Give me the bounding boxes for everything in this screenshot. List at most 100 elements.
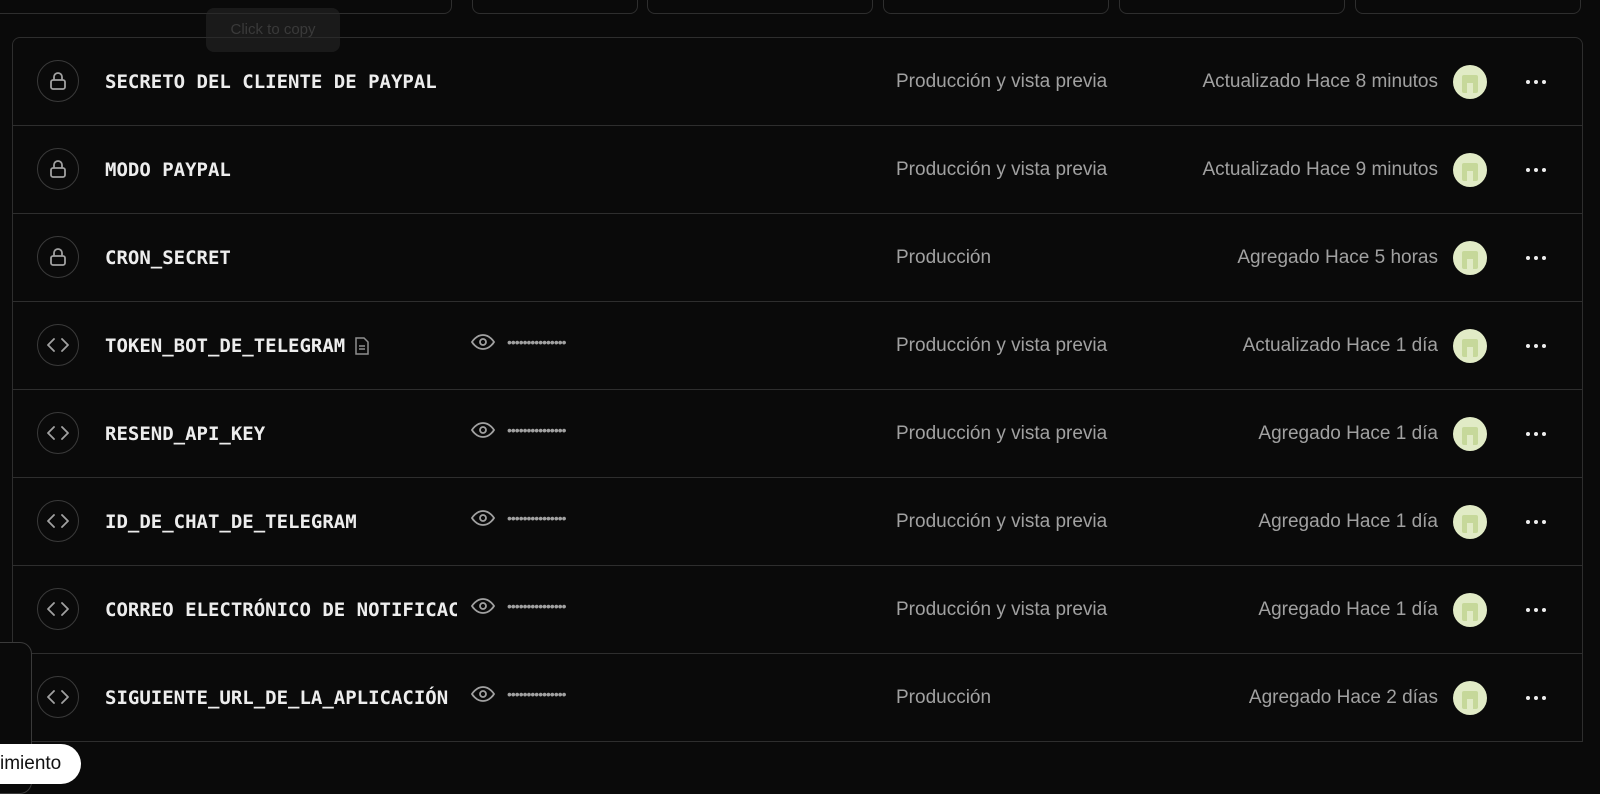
filter-control[interactable] <box>1355 0 1581 14</box>
dot-icon <box>1526 696 1530 700</box>
masked-value[interactable]: ••••••••••••••• <box>507 422 567 438</box>
updated-timestamp: Actualizado Hace 8 minutos <box>1202 71 1438 92</box>
variable-name[interactable]: RESEND_API_KEY <box>105 422 457 446</box>
lock-icon <box>37 60 79 102</box>
dot-icon <box>1542 344 1546 348</box>
table-row[interactable]: ID_DE_CHAT_DE_TELEGRAM ••••••••••••••• Pro… <box>13 478 1582 566</box>
table-row[interactable]: CORREO ELECTRÓNICO DE NOTIFICACIÓN ••••••… <box>13 566 1582 654</box>
variable-name-text: SECRETO DEL CLIENTE DE PAYPAL <box>105 71 437 93</box>
variable-name-text: RESEND_API_KEY <box>105 423 266 445</box>
more-options-button[interactable] <box>1520 68 1552 96</box>
updated-timestamp: Agregado Hace 2 días <box>1248 687 1438 708</box>
table-row[interactable]: TOKEN_BOT_DE_TELEGRAM ••••••••••••••• Prod… <box>13 302 1582 390</box>
eye-icon[interactable] <box>471 422 495 438</box>
dot-icon <box>1542 608 1546 612</box>
floating-pill[interactable]: imiento <box>0 744 82 784</box>
dot-icon <box>1534 432 1538 436</box>
variable-value: ••••••••••••••• <box>471 422 567 438</box>
eye-icon[interactable] <box>471 334 495 350</box>
variable-name[interactable]: MODO PAYPAL <box>105 158 457 182</box>
note-icon[interactable] <box>355 337 369 355</box>
dot-icon <box>1534 520 1538 524</box>
environments-label: Producción y vista previa <box>896 599 1108 620</box>
table-row[interactable]: CRON_SECRET Producción Agregado Hace 5 hor… <box>13 214 1582 302</box>
eye-icon[interactable] <box>471 510 495 526</box>
dot-icon <box>1526 168 1530 172</box>
eye-icon[interactable] <box>471 598 495 614</box>
more-options-button[interactable] <box>1520 684 1552 712</box>
variable-name-text: CORREO ELECTRÓNICO DE NOTIFICACIÓN <box>105 599 457 621</box>
environments-label: Producción y vista previa <box>896 423 1108 444</box>
masked-value[interactable]: ••••••••••••••• <box>507 598 567 614</box>
eye-icon[interactable] <box>471 686 495 702</box>
dot-icon <box>1534 344 1538 348</box>
avatar[interactable] <box>1453 241 1487 275</box>
variable-name-text: ID_DE_CHAT_DE_TELEGRAM <box>105 511 357 533</box>
avatar[interactable] <box>1453 417 1487 451</box>
variable-name[interactable]: CORREO ELECTRÓNICO DE NOTIFICACIÓN <box>105 598 457 622</box>
variable-value: ••••••••••••••• <box>471 510 567 526</box>
more-options-button[interactable] <box>1520 332 1552 360</box>
variable-value: ••••••••••••••• <box>471 598 567 614</box>
dot-icon <box>1526 344 1530 348</box>
variable-name[interactable]: TOKEN_BOT_DE_TELEGRAM <box>105 334 457 358</box>
more-options-button[interactable] <box>1520 244 1552 272</box>
code-icon <box>37 500 79 542</box>
variable-name[interactable]: SIGUIENTE_URL_DE_LA_APLICACIÓN <box>105 686 457 710</box>
avatar[interactable] <box>1453 329 1487 363</box>
filter-control[interactable] <box>1119 0 1345 14</box>
code-icon <box>37 324 79 366</box>
variable-name[interactable]: ID_DE_CHAT_DE_TELEGRAM <box>105 510 457 534</box>
dot-icon <box>1526 432 1530 436</box>
lock-icon <box>37 148 79 190</box>
lock-icon <box>37 236 79 278</box>
dot-icon <box>1542 80 1546 84</box>
code-icon <box>37 676 79 718</box>
environments-label: Producción y vista previa <box>896 335 1108 356</box>
updated-timestamp: Actualizado Hace 9 minutos <box>1202 159 1438 180</box>
variable-name[interactable]: CRON_SECRET <box>105 246 457 270</box>
variable-name[interactable]: SECRETO DEL CLIENTE DE PAYPAL <box>105 70 457 94</box>
dot-icon <box>1542 520 1546 524</box>
avatar[interactable] <box>1453 505 1487 539</box>
environments-label: Producción <box>896 247 992 268</box>
variable-value: ••••••••••••••• <box>471 334 567 350</box>
filter-control[interactable] <box>883 0 1109 14</box>
masked-value[interactable]: ••••••••••••••• <box>507 334 567 350</box>
dot-icon <box>1534 256 1538 260</box>
avatar[interactable] <box>1453 593 1487 627</box>
dot-icon <box>1534 608 1538 612</box>
dot-icon <box>1534 168 1538 172</box>
environments-label: Producción y vista previa <box>896 159 1108 180</box>
more-options-button[interactable] <box>1520 596 1552 624</box>
table-row[interactable]: SIGUIENTE_URL_DE_LA_APLICACIÓN ••••••••••… <box>13 654 1582 742</box>
avatar[interactable] <box>1453 681 1487 715</box>
updated-timestamp: Agregado Hace 5 horas <box>1237 247 1438 268</box>
table-row[interactable]: MODO PAYPAL Producción y vista previa Actu… <box>13 126 1582 214</box>
masked-value[interactable]: ••••••••••••••• <box>507 686 567 702</box>
code-icon <box>37 412 79 454</box>
dot-icon <box>1534 696 1538 700</box>
updated-timestamp: Agregado Hace 1 día <box>1258 423 1438 444</box>
more-options-button[interactable] <box>1520 420 1552 448</box>
updated-timestamp: Agregado Hace 1 día <box>1258 511 1438 532</box>
masked-value[interactable]: ••••••••••••••• <box>507 510 567 526</box>
table-row[interactable]: RESEND_API_KEY ••••••••••••••• Producción … <box>13 390 1582 478</box>
copy-tooltip: Click to copy <box>206 8 340 52</box>
dot-icon <box>1534 80 1538 84</box>
avatar[interactable] <box>1453 65 1487 99</box>
dot-icon <box>1526 520 1530 524</box>
more-options-button[interactable] <box>1520 508 1552 536</box>
filter-control[interactable] <box>472 0 638 14</box>
variable-name-text: CRON_SECRET <box>105 247 231 269</box>
updated-timestamp: Actualizado Hace 1 día <box>1242 335 1438 356</box>
dot-icon <box>1542 256 1546 260</box>
dot-icon <box>1526 608 1530 612</box>
filter-control[interactable] <box>647 0 873 14</box>
environments-label: Producción y vista previa <box>896 511 1108 532</box>
more-options-button[interactable] <box>1520 156 1552 184</box>
environments-label: Producción y vista previa <box>896 71 1108 92</box>
dot-icon <box>1542 696 1546 700</box>
avatar[interactable] <box>1453 153 1487 187</box>
updated-timestamp: Agregado Hace 1 día <box>1258 599 1438 620</box>
